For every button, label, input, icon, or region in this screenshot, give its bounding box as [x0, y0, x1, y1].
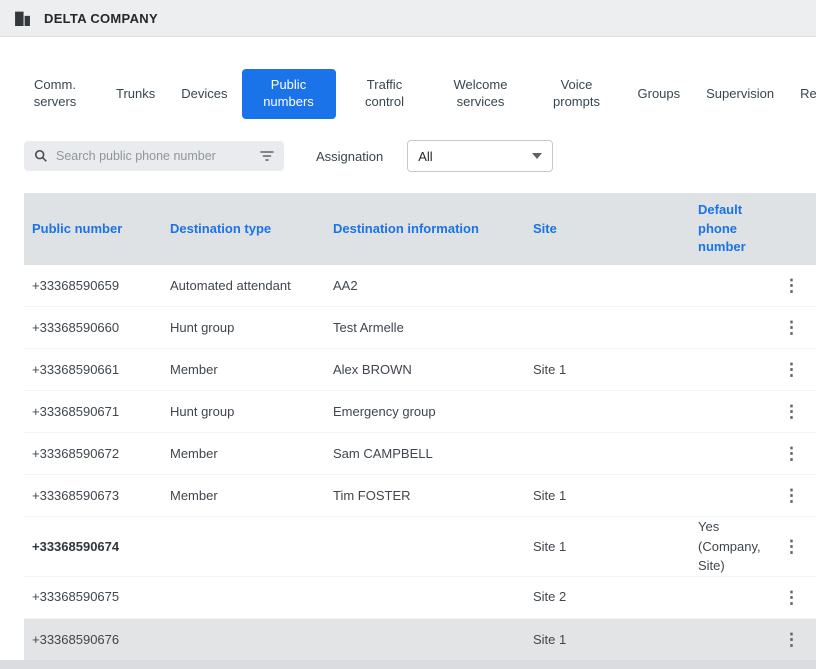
- tab-welcome-services[interactable]: Welcome services: [434, 69, 528, 119]
- kebab-menu-icon[interactable]: ⋮: [782, 445, 816, 462]
- tab-traffic-control[interactable]: Traffic control: [338, 69, 432, 119]
- table-row[interactable]: +33368590676 Site 1 ⋮: [24, 619, 816, 661]
- table-row[interactable]: +33368590661 Member Alex BROWN Site 1 ⋮: [24, 349, 816, 391]
- kebab-menu-icon[interactable]: ⋮: [782, 403, 816, 420]
- tab-label: Traffic control: [350, 77, 420, 111]
- chevron-down-icon: [532, 153, 542, 159]
- table-row[interactable]: +33368590671 Hunt group Emergency group …: [24, 391, 816, 433]
- kebab-menu-icon[interactable]: ⋮: [782, 589, 816, 606]
- table-row[interactable]: +33368590675 Site 2 ⋮: [24, 577, 816, 619]
- tab-trunks[interactable]: Trunks: [104, 69, 167, 119]
- tab-bar: Comm. servers Trunks Devices Public numb…: [8, 69, 816, 119]
- cell-destination-type: Member: [170, 444, 333, 464]
- header-site[interactable]: Site: [533, 220, 698, 239]
- tab-voice-prompts[interactable]: Voice prompts: [530, 69, 624, 119]
- tab-label: Comm. servers: [20, 77, 90, 111]
- cell-public-number: +33368590672: [32, 444, 170, 464]
- tab-supervision[interactable]: Supervision: [694, 69, 786, 119]
- kebab-menu-icon[interactable]: ⋮: [782, 277, 816, 294]
- cell-default-phone-number: Yes (Company, Site): [698, 517, 782, 576]
- tab-recordings[interactable]: Recordings: [788, 69, 816, 119]
- kebab-menu-icon[interactable]: ⋮: [782, 361, 816, 378]
- horizontal-scrollbar[interactable]: [0, 660, 816, 669]
- cell-destination-information: Sam CAMPBELL: [333, 444, 533, 464]
- cell-destination-type: Hunt group: [170, 318, 333, 338]
- cell-public-number: +33368590675: [32, 587, 170, 607]
- header-public-number[interactable]: Public number: [32, 220, 170, 239]
- table-row[interactable]: +33368590659 Automated attendant AA2 ⋮: [24, 265, 816, 307]
- cell-public-number: +33368590660: [32, 318, 170, 338]
- company-name: DELTA COMPANY: [44, 11, 158, 26]
- filter-controls: Assignation All: [24, 140, 792, 172]
- company-building-icon: [14, 10, 31, 27]
- cell-destination-type: Automated attendant: [170, 276, 333, 296]
- kebab-menu-icon[interactable]: ⋮: [782, 319, 816, 336]
- cell-public-number: +33368590659: [32, 276, 170, 296]
- cell-destination-information: AA2: [333, 276, 533, 296]
- assignation-label: Assignation: [316, 149, 383, 164]
- cell-destination-information: Emergency group: [333, 402, 533, 422]
- table-header-row: Public number Destination type Destinati…: [24, 193, 816, 265]
- cell-destination-type: Member: [170, 360, 333, 380]
- tab-label: Groups: [638, 86, 681, 103]
- header-default-phone-number[interactable]: Default phone number: [698, 201, 782, 258]
- tab-label: Trunks: [116, 86, 155, 103]
- cell-site: Site 1: [533, 360, 698, 380]
- cell-public-number: +33368590671: [32, 402, 170, 422]
- cell-site: Site 1: [533, 630, 698, 650]
- header-destination-information[interactable]: Destination information: [333, 220, 533, 239]
- cell-destination-type: Member: [170, 486, 333, 506]
- search-icon: [34, 149, 48, 163]
- table-row[interactable]: +33368590673 Member Tim FOSTER Site 1 ⋮: [24, 475, 816, 517]
- cell-public-number: +33368590676: [32, 630, 170, 650]
- filter-icon[interactable]: [260, 150, 274, 162]
- cell-destination-information: Tim FOSTER: [333, 486, 533, 506]
- cell-destination-information: Test Armelle: [333, 318, 533, 338]
- cell-public-number: +33368590661: [32, 360, 170, 380]
- kebab-menu-icon[interactable]: ⋮: [782, 487, 816, 504]
- cell-site: Site 1: [533, 486, 698, 506]
- tab-comm-servers[interactable]: Comm. servers: [8, 69, 102, 119]
- tab-label: Supervision: [706, 86, 774, 103]
- header-destination-type[interactable]: Destination type: [170, 220, 333, 239]
- tab-label: Recordings: [800, 86, 816, 103]
- cell-site: Site 1: [533, 537, 698, 557]
- table-row[interactable]: +33368590660 Hunt group Test Armelle ⋮: [24, 307, 816, 349]
- table-row[interactable]: +33368590674 Site 1 Yes (Company, Site) …: [24, 517, 816, 577]
- assignation-dropdown[interactable]: All: [407, 140, 553, 172]
- search-input[interactable]: [56, 149, 252, 163]
- tab-groups[interactable]: Groups: [626, 69, 693, 119]
- tab-label: Public numbers: [254, 77, 324, 111]
- kebab-menu-icon[interactable]: ⋮: [782, 538, 816, 555]
- tab-label: Devices: [181, 86, 227, 103]
- assignation-value: All: [418, 149, 432, 164]
- top-bar: DELTA COMPANY: [0, 0, 816, 37]
- table-row[interactable]: +33368590672 Member Sam CAMPBELL ⋮: [24, 433, 816, 475]
- kebab-menu-icon[interactable]: ⋮: [782, 631, 816, 648]
- cell-site: Site 2: [533, 587, 698, 607]
- public-numbers-table: Public number Destination type Destinati…: [24, 193, 816, 661]
- cell-destination-information: Alex BROWN: [333, 360, 533, 380]
- tab-label: Voice prompts: [542, 77, 612, 111]
- cell-destination-type: Hunt group: [170, 402, 333, 422]
- tab-public-numbers[interactable]: Public numbers: [242, 69, 336, 119]
- cell-public-number: +33368590674: [32, 537, 170, 557]
- tab-devices[interactable]: Devices: [169, 69, 239, 119]
- cell-public-number: +33368590673: [32, 486, 170, 506]
- tab-label: Welcome services: [446, 77, 516, 111]
- search-box[interactable]: [24, 141, 284, 171]
